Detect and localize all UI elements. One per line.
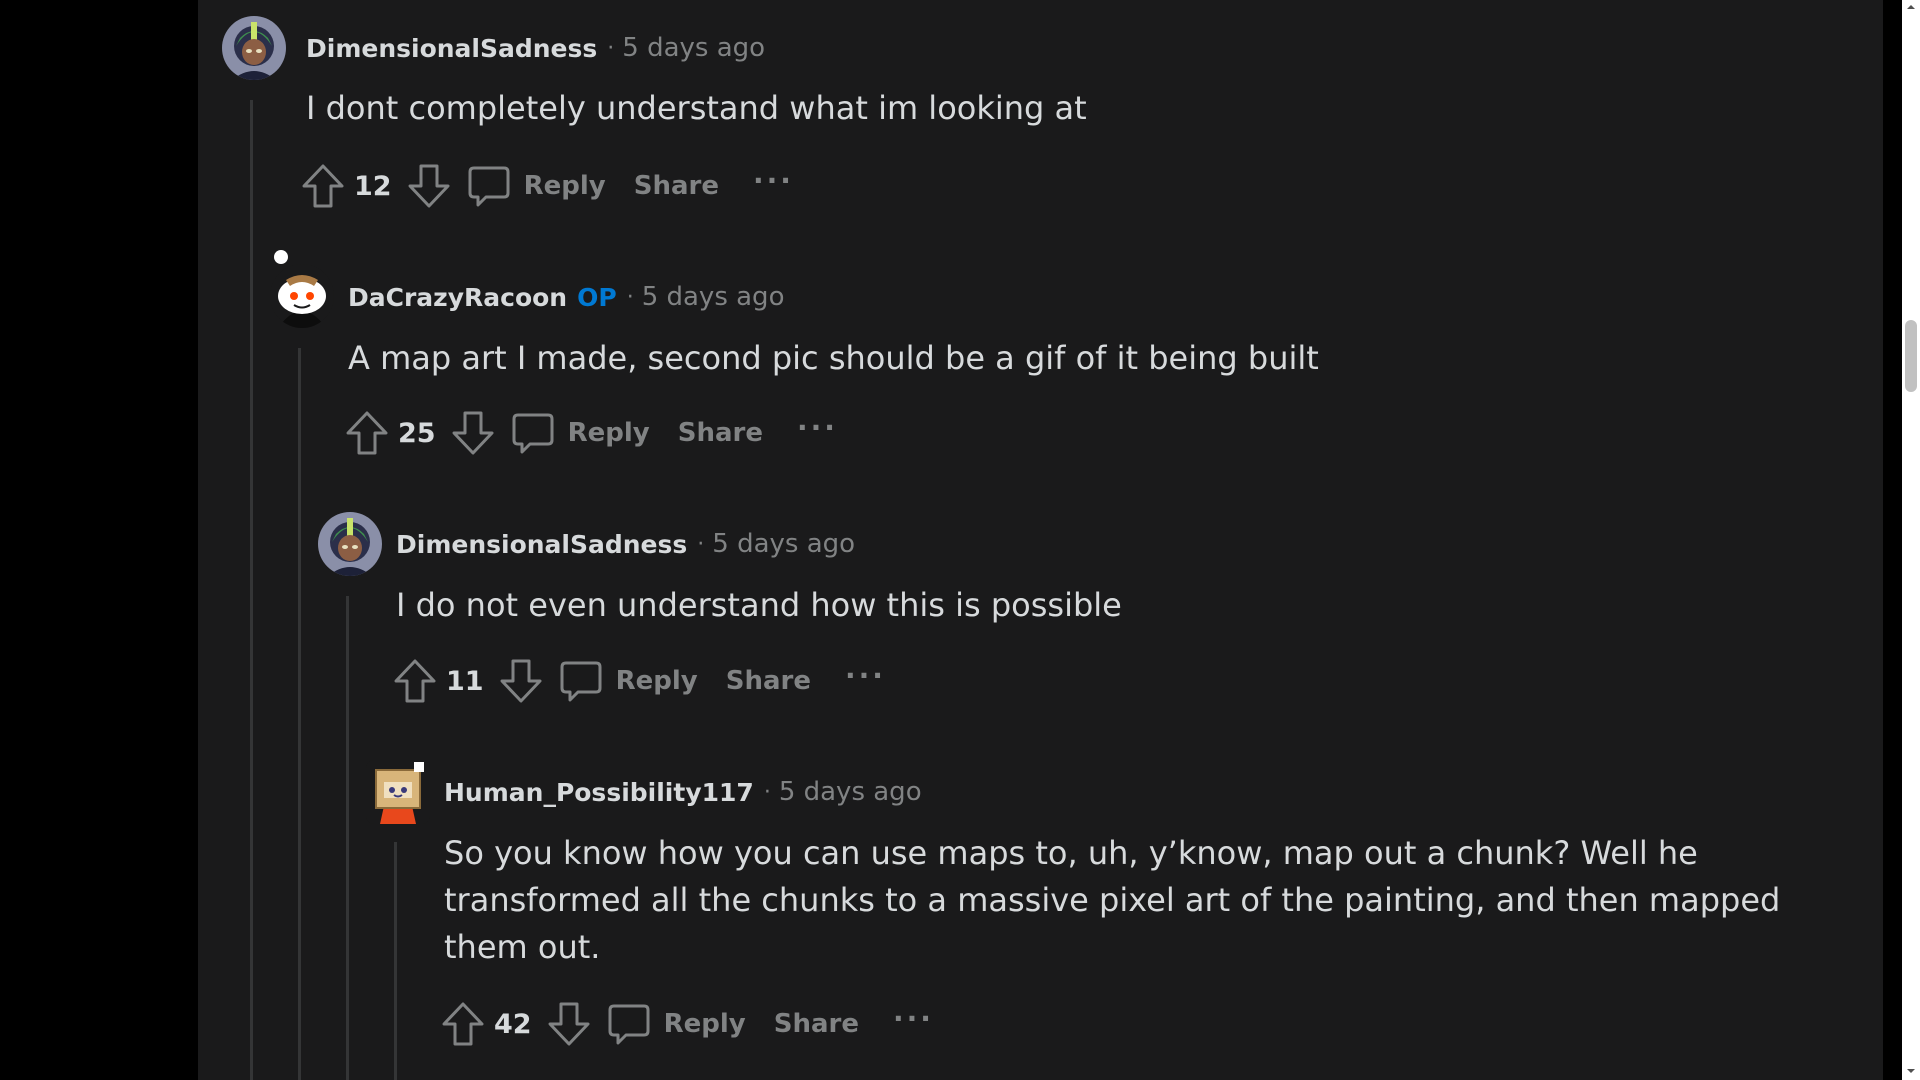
separator-dot: · — [607, 35, 615, 61]
upvote-arrow-icon[interactable] — [300, 162, 346, 210]
comment-actions: 42 Reply Share ··· — [440, 998, 934, 1050]
comment-text-line: So you know how you can use maps to, uh,… — [444, 834, 1698, 872]
scroll-up-arrow-icon[interactable] — [1906, 2, 1916, 12]
username-link[interactable]: DimensionalSadness — [396, 530, 687, 559]
upvote-arrow-icon[interactable] — [392, 657, 438, 705]
more-options-button[interactable]: ··· — [753, 164, 794, 197]
upvote-arrow-icon[interactable] — [344, 409, 390, 457]
comment-actions: 11 Reply Share ··· — [392, 655, 886, 707]
timestamp-link[interactable]: 5 days ago — [712, 529, 855, 559]
reply-label: Reply — [523, 171, 606, 201]
vote-score: 11 — [446, 665, 484, 697]
username-link[interactable]: Human_Possibility117 — [444, 778, 754, 807]
upvote-arrow-icon[interactable] — [440, 1000, 486, 1048]
share-button[interactable]: Share — [774, 1009, 859, 1039]
comment-bubble-icon — [560, 661, 602, 702]
op-badge: OP — [577, 282, 617, 312]
timestamp-link[interactable]: 5 days ago — [642, 282, 785, 312]
comment-bubble-icon — [468, 166, 510, 207]
thread-line[interactable] — [394, 842, 397, 1080]
comment-actions: 12 Reply Share ··· — [300, 160, 794, 212]
comment-meta: DimensionalSadness · 5 days ago — [306, 31, 765, 65]
box-head-snoo-avatar-icon[interactable] — [366, 760, 430, 824]
reply-button[interactable]: Reply — [558, 658, 698, 704]
reply-button[interactable]: Reply — [510, 410, 650, 456]
comment-body: A map art I made, second pic should be a… — [348, 335, 1319, 382]
comment-body: I dont completely understand what im loo… — [306, 85, 1087, 132]
comment-text-line: them out. — [444, 928, 601, 966]
reply-label: Reply — [615, 666, 698, 696]
comment-meta: Human_Possibility117 · 5 days ago — [444, 775, 922, 809]
reply-label: Reply — [567, 418, 650, 448]
vote-score: 12 — [354, 170, 392, 202]
antenna-dot-icon — [274, 250, 288, 264]
share-button[interactable]: Share — [678, 418, 763, 448]
comment-meta: DimensionalSadness · 5 days ago — [396, 527, 855, 561]
more-options-button[interactable]: ··· — [893, 1002, 934, 1035]
anime-character-avatar-icon[interactable] — [222, 16, 286, 80]
thread-line[interactable] — [298, 348, 301, 1080]
timestamp-link[interactable]: 5 days ago — [622, 33, 765, 63]
comment-text-line: transformed all the chunks to a massive … — [444, 881, 1781, 919]
more-options-button[interactable]: ··· — [845, 659, 886, 692]
timestamp-link[interactable]: 5 days ago — [779, 777, 922, 807]
thread-line[interactable] — [250, 100, 253, 1080]
comment-body: I do not even understand how this is pos… — [396, 582, 1122, 629]
username-link[interactable]: DimensionalSadness — [306, 34, 597, 63]
downvote-arrow-icon[interactable] — [546, 1000, 592, 1048]
reply-button[interactable]: Reply — [466, 163, 606, 209]
separator-dot: · — [763, 779, 771, 805]
share-button[interactable]: Share — [726, 666, 811, 696]
comment-text-line: I dont completely understand what im loo… — [306, 89, 1087, 127]
thread-line[interactable] — [346, 596, 349, 1080]
separator-dot: · — [626, 284, 634, 310]
anime-character-avatar-icon[interactable] — [318, 512, 382, 576]
downvote-arrow-icon[interactable] — [498, 657, 544, 705]
username-link[interactable]: DaCrazyRacoon — [348, 283, 567, 312]
comment-meta: DaCrazyRacoon OP · 5 days ago — [348, 280, 784, 314]
comment-body: So you know how you can use maps to, uh,… — [444, 830, 1780, 971]
comment-text-line: I do not even understand how this is pos… — [396, 586, 1122, 624]
downvote-arrow-icon[interactable] — [450, 409, 496, 457]
share-button[interactable]: Share — [634, 171, 719, 201]
vote-score: 42 — [494, 1008, 532, 1040]
more-options-button[interactable]: ··· — [797, 411, 838, 444]
scroll-down-arrow-icon[interactable] — [1906, 1066, 1916, 1076]
comments-panel: DimensionalSadness · 5 days ago I dont c… — [198, 0, 1883, 1080]
comment-bubble-icon — [512, 413, 554, 454]
separator-dot: · — [697, 531, 705, 557]
comment-bubble-icon — [608, 1004, 650, 1045]
reply-button[interactable]: Reply — [606, 1001, 746, 1047]
page-scrollbar[interactable] — [1902, 0, 1920, 1080]
reply-label: Reply — [663, 1009, 746, 1039]
vote-score: 25 — [398, 417, 436, 449]
snoo-avatar-icon[interactable] — [270, 264, 334, 328]
scrollbar-thumb[interactable] — [1905, 320, 1917, 392]
comment-actions: 25 Reply Share ··· — [344, 407, 838, 459]
comment-text-line: A map art I made, second pic should be a… — [348, 339, 1319, 377]
downvote-arrow-icon[interactable] — [406, 162, 452, 210]
